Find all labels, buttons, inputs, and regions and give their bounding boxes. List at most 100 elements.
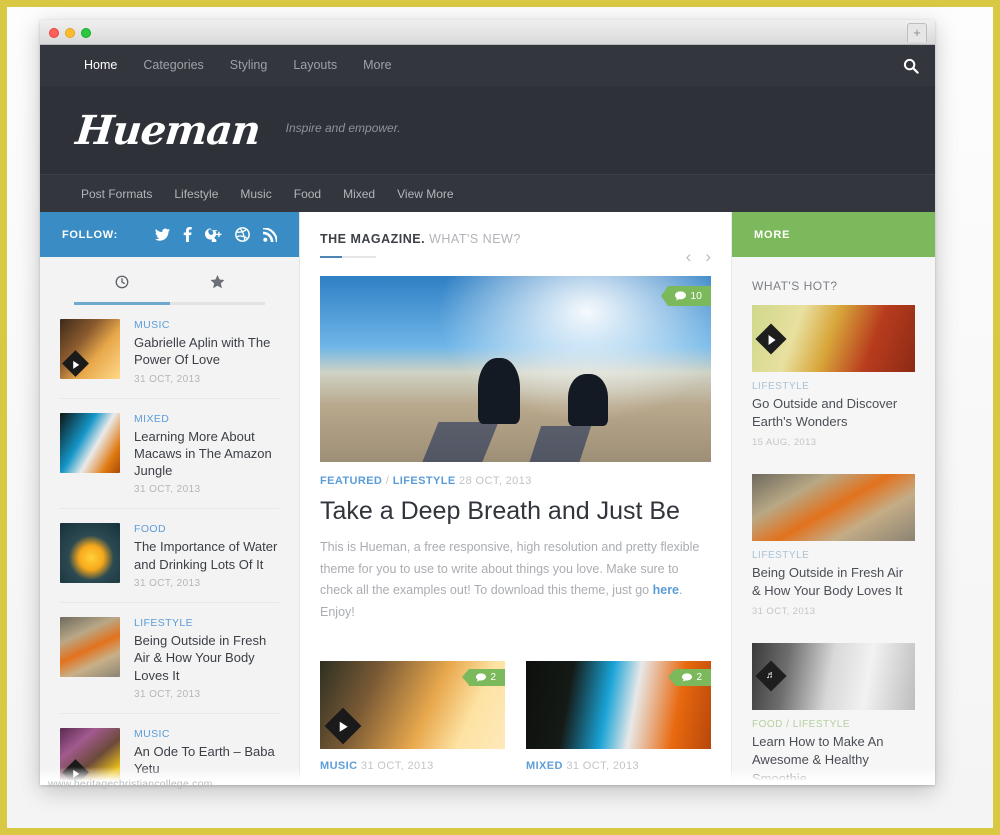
content-body: FOLLOW: <box>40 212 935 785</box>
post-thumbnail <box>60 523 120 583</box>
post-category[interactable]: MUSIC <box>134 319 279 331</box>
post-date: 31 OCT, 2013 <box>752 606 915 617</box>
grid-post[interactable]: 2 MUSIC 31 OCT, 2013 Gabrielle Aplin wit… <box>320 661 505 785</box>
nav-item-styling[interactable]: Styling <box>217 45 281 86</box>
facebook-icon[interactable] <box>183 227 192 242</box>
chevron-left-icon[interactable]: ‹ <box>686 248 692 265</box>
post-thumbnail: ♬ <box>752 643 915 710</box>
post-title[interactable]: Being Outside in Fresh Air & How Your Bo… <box>752 564 915 601</box>
silhouette-figure <box>568 374 608 426</box>
featured-category-secondary[interactable]: LIFESTYLE <box>393 475 456 487</box>
more-button[interactable]: MORE <box>732 212 935 257</box>
nav-item-categories[interactable]: Categories <box>130 45 216 86</box>
minimize-window-button[interactable] <box>65 28 75 38</box>
browser-window: + Home Categories Styling Layouts More <box>40 20 935 785</box>
magazine-title-strong: THE MAGAZINE. <box>320 232 425 246</box>
comment-icon <box>682 673 692 682</box>
search-icon[interactable] <box>887 45 935 86</box>
post-category[interactable]: FOOD / LIFESTYLE <box>752 719 915 730</box>
google-plus-icon[interactable] <box>205 228 222 242</box>
grid-post-category[interactable]: MIXED <box>526 760 563 772</box>
post-category[interactable]: MIXED <box>134 413 279 425</box>
close-window-button[interactable] <box>49 28 59 38</box>
chevron-right-icon[interactable]: › <box>705 248 711 265</box>
primary-navigation: Home Categories Styling Layouts More <box>40 45 935 86</box>
post-date: 31 OCT, 2013 <box>134 374 279 385</box>
post-title[interactable]: Go Outside and Discover Earth's Wonders <box>752 395 915 432</box>
primary-nav-list: Home Categories Styling Layouts More <box>40 45 405 86</box>
comment-count-badge[interactable]: 2 <box>675 669 711 686</box>
subnav-item-view-more[interactable]: View More <box>386 175 464 213</box>
post-title[interactable]: Being Outside in Fresh Air & How Your Bo… <box>134 632 279 684</box>
comment-count-badge[interactable]: 2 <box>469 669 505 686</box>
left-sidebar: FOLLOW: <box>40 212 300 785</box>
category-separator: / <box>386 475 389 487</box>
page-title: THE MAGAZINE. WHAT'S NEW? <box>320 232 521 246</box>
main-content: THE MAGAZINE. WHAT'S NEW? ‹ › <box>300 212 731 785</box>
comment-count-badge[interactable]: 10 <box>668 286 711 306</box>
list-item[interactable]: MUSIC An Ode To Earth – Baba Yetu 31 OCT… <box>60 714 279 785</box>
list-item[interactable]: LIFESTYLE Go Outside and Discover Earth'… <box>752 293 915 462</box>
post-category[interactable]: FOOD <box>134 523 279 535</box>
subnav-item-post-formats[interactable]: Post Formats <box>70 175 163 213</box>
post-category[interactable]: MUSIC <box>134 728 279 740</box>
post-thumbnail[interactable]: 2 <box>320 661 505 749</box>
subnav-item-music[interactable]: Music <box>229 175 282 213</box>
tab-popular[interactable] <box>170 275 266 305</box>
post-title[interactable]: Learning More About Macaws in The Amazon… <box>134 428 279 480</box>
featured-category-primary[interactable]: FEATURED <box>320 475 382 487</box>
post-title[interactable]: The Importance of Water and Drinking Lot… <box>134 538 279 573</box>
list-item[interactable]: LIFESTYLE Being Outside in Fresh Air & H… <box>752 462 915 631</box>
list-item[interactable]: ♬ FOOD / LIFESTYLE Learn How to Make An … <box>752 631 915 785</box>
play-icon <box>62 350 89 377</box>
post-category[interactable]: LIFESTYLE <box>752 381 915 392</box>
maximize-window-button[interactable] <box>81 28 91 38</box>
featured-title[interactable]: Take a Deep Breath and Just Be <box>320 497 711 526</box>
post-thumbnail <box>752 474 915 541</box>
play-icon <box>755 323 786 354</box>
rss-icon[interactable] <box>263 228 277 242</box>
new-tab-button[interactable]: + <box>907 23 927 42</box>
dribbble-icon[interactable] <box>235 227 250 242</box>
tab-indicator-active <box>74 302 170 305</box>
post-title[interactable]: An Ode To Earth – Baba Yetu <box>134 743 279 778</box>
list-item[interactable]: MUSIC Gabrielle Aplin with The Power Of … <box>60 305 279 399</box>
play-icon <box>325 708 362 745</box>
magazine-subtitle: WHAT'S NEW? <box>429 232 521 246</box>
list-item[interactable]: FOOD The Importance of Water and Drinkin… <box>60 509 279 603</box>
twitter-icon[interactable] <box>155 228 170 241</box>
list-item[interactable]: MIXED Learning More About Macaws in The … <box>60 399 279 510</box>
list-item[interactable]: LIFESTYLE Being Outside in Fresh Air & H… <box>60 603 279 714</box>
grid-post-meta: MIXED 31 OCT, 2013 <box>526 760 711 772</box>
post-category[interactable]: LIFESTYLE <box>134 617 279 629</box>
post-thumbnail <box>60 319 120 379</box>
comment-count: 2 <box>490 672 496 683</box>
site-root: Home Categories Styling Layouts More Hue… <box>40 45 935 785</box>
subnav-item-food[interactable]: Food <box>283 175 332 213</box>
post-title[interactable]: Learn How to Make An Awesome & Healthy S… <box>752 733 915 785</box>
slider-progress-fill <box>320 256 342 258</box>
subnav-item-mixed[interactable]: Mixed <box>332 175 386 213</box>
grid-post-category[interactable]: MUSIC <box>320 760 357 772</box>
watermark: www.heritagechristiancollege.com <box>48 778 213 790</box>
nav-item-more[interactable]: More <box>350 45 404 86</box>
post-thumbnail <box>60 728 120 785</box>
post-date: 31 OCT, 2013 <box>134 578 279 589</box>
silhouette-figure <box>478 358 520 424</box>
grid-post[interactable]: 2 MIXED 31 OCT, 2013 Learning More About… <box>526 661 711 785</box>
nav-item-layouts[interactable]: Layouts <box>280 45 350 86</box>
featured-image[interactable]: 10 <box>320 276 711 462</box>
post-category[interactable]: LIFESTYLE <box>752 550 915 561</box>
browser-titlebar: + <box>40 20 935 45</box>
post-thumbnail[interactable]: 2 <box>526 661 711 749</box>
nav-item-home[interactable]: Home <box>71 45 130 86</box>
post-title[interactable]: Gabrielle Aplin with The Power Of Love <box>134 334 279 369</box>
excerpt-download-link[interactable]: here <box>653 583 679 597</box>
follow-label: FOLLOW: <box>62 229 141 241</box>
grid-post-title[interactable]: Learning More About Macaws in The Amazon… <box>526 780 711 785</box>
slider-navigation: ‹ › <box>686 232 711 265</box>
subnav-item-lifestyle[interactable]: Lifestyle <box>163 175 229 213</box>
grid-post-title[interactable]: Gabrielle Aplin with The Power Of Love <box>320 780 505 785</box>
site-logo[interactable]: Hueman <box>74 107 263 154</box>
tab-recent[interactable] <box>74 275 170 305</box>
